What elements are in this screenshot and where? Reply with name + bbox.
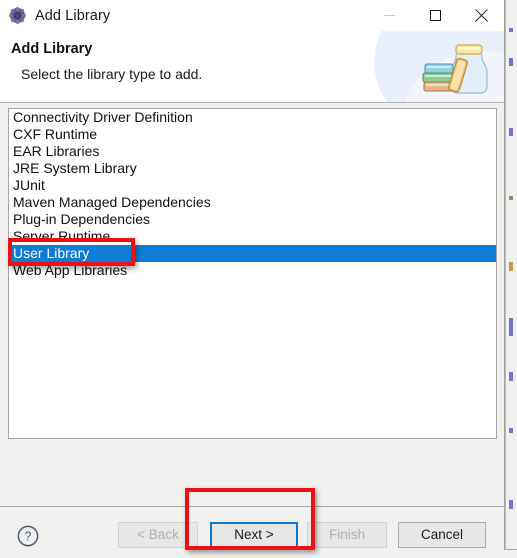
- list-item[interactable]: Web App Libraries: [9, 262, 496, 279]
- maximize-button[interactable]: [412, 0, 458, 31]
- minimize-icon: [383, 15, 395, 16]
- gear-icon: [9, 7, 26, 24]
- page-title: Add Library: [11, 41, 93, 57]
- maximize-icon: [429, 10, 441, 21]
- list-item[interactable]: CXF Runtime: [9, 126, 496, 143]
- add-library-dialog: Add Library Add Library Select the libra…: [0, 0, 505, 558]
- finish-button[interactable]: Finish: [307, 522, 387, 548]
- library-type-list[interactable]: Connectivity Driver Definition CXF Runti…: [8, 108, 497, 439]
- title-bar[interactable]: Add Library: [0, 0, 504, 31]
- close-button[interactable]: [458, 0, 504, 31]
- close-icon: [474, 9, 488, 23]
- list-item[interactable]: Maven Managed Dependencies: [9, 194, 496, 211]
- back-button[interactable]: < Back: [118, 522, 198, 548]
- list-item[interactable]: Plug-in Dependencies: [9, 211, 496, 228]
- list-item-selected[interactable]: User Library: [9, 245, 496, 262]
- list-item[interactable]: JUnit: [9, 177, 496, 194]
- library-jar-books-icon: [419, 37, 495, 99]
- list-item[interactable]: Server Runtime: [9, 228, 496, 245]
- window-title: Add Library: [35, 7, 111, 24]
- background-right-strip: [505, 0, 517, 558]
- next-button[interactable]: Next >: [210, 522, 298, 548]
- list-item[interactable]: EAR Libraries: [9, 143, 496, 160]
- dialog-button-bar: ? < Back Next > Finish Cancel: [0, 506, 504, 558]
- cancel-button[interactable]: Cancel: [398, 522, 486, 548]
- wizard-header: Add Library Select the library type to a…: [0, 31, 504, 103]
- window-controls: [366, 0, 504, 31]
- dialog-body: Connectivity Driver Definition CXF Runti…: [0, 103, 504, 506]
- minimize-button[interactable]: [366, 0, 412, 31]
- svg-text:?: ?: [25, 530, 32, 544]
- help-icon[interactable]: ?: [17, 525, 39, 547]
- list-item[interactable]: JRE System Library: [9, 160, 496, 177]
- list-item[interactable]: Connectivity Driver Definition: [9, 109, 496, 126]
- screen: Add Library Add Library Select the libra…: [0, 0, 517, 558]
- page-subtitle: Select the library type to add.: [21, 66, 203, 82]
